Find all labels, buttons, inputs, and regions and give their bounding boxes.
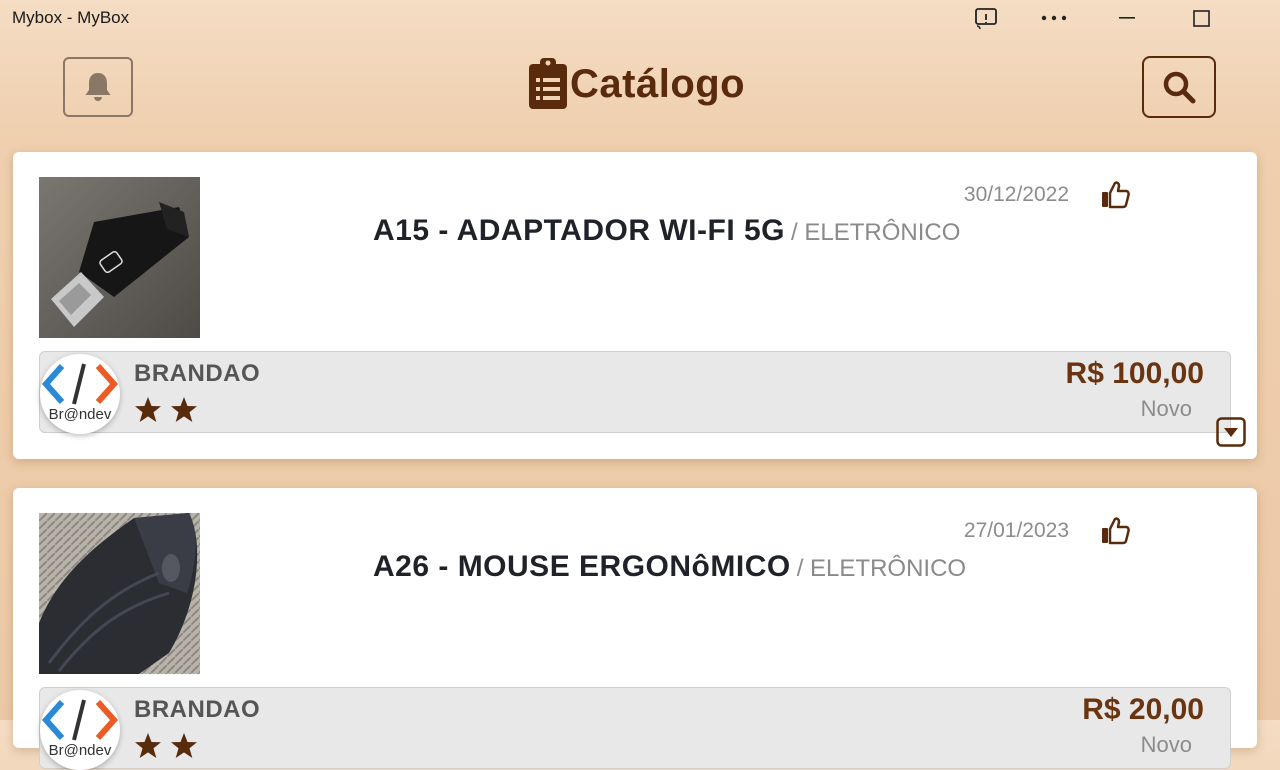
- cast-button[interactable]: [964, 4, 1010, 32]
- search-button[interactable]: [1142, 56, 1216, 118]
- product-condition: Novo: [1140, 732, 1192, 757]
- minimize-button[interactable]: [1104, 4, 1150, 32]
- thumbs-up-icon: [1102, 517, 1130, 545]
- star-icon: [171, 733, 197, 758]
- seller-panel[interactable]: Br@ndev BRANDAO R$ 20,00 Novo: [39, 687, 1231, 770]
- window-title: Mybox - MyBox: [12, 8, 130, 27]
- expand-button[interactable]: [1216, 417, 1246, 447]
- product-name: A26 - MOUSE ERGONôMICO: [373, 550, 791, 583]
- star-icon: [135, 397, 161, 422]
- product-image-wifi-adapter[interactable]: [39, 177, 200, 338]
- star-icon: [171, 397, 197, 422]
- seller-avatar[interactable]: Br@ndev: [40, 690, 120, 770]
- product-price: R$ 20,00: [1082, 693, 1204, 726]
- seller-avatar[interactable]: Br@ndev: [40, 354, 120, 434]
- seller-rating: [134, 732, 198, 759]
- search-icon: [1163, 71, 1196, 104]
- more-dots-icon: [1041, 15, 1067, 21]
- clipboard-list-icon: [529, 58, 567, 109]
- page-title: Catálogo: [528, 56, 745, 112]
- code-brackets-logo: [41, 363, 119, 405]
- product-category: / ELETRÔNICO: [796, 555, 967, 582]
- product-date: 30/12/2022: [963, 183, 1069, 206]
- minimize-icon: [1119, 17, 1135, 19]
- seller-name: BRANDAO: [134, 360, 261, 387]
- cast-icon: [975, 8, 997, 30]
- window-title-bar: Mybox - MyBox: [0, 0, 1280, 36]
- maximize-button[interactable]: [1178, 4, 1224, 32]
- thumbs-up-icon: [1102, 181, 1130, 209]
- product-name: A15 - ADAPTADOR WI-FI 5G: [373, 214, 786, 247]
- maximize-icon: [1192, 9, 1210, 27]
- product-title[interactable]: A15 - ADAPTADOR WI-FI 5G / ELETRÔNICO: [373, 214, 960, 248]
- seller-rating: [134, 396, 198, 423]
- seller-panel[interactable]: Br@ndev BRANDAO R$ 100,00 Novo: [39, 351, 1231, 434]
- product-card[interactable]: 30/12/2022 A15 - ADAPTADOR WI-FI 5G / ELE…: [13, 152, 1257, 459]
- product-date: 27/01/2023: [963, 519, 1069, 542]
- seller-logo-text: Br@ndev: [48, 742, 112, 759]
- page-title-text: Catálogo: [570, 61, 746, 106]
- product-image-mouse[interactable]: [39, 513, 200, 674]
- like-button[interactable]: [1099, 515, 1131, 547]
- seller-logo-text: Br@ndev: [48, 406, 112, 423]
- code-brackets-logo: [41, 699, 119, 741]
- product-title[interactable]: A26 - MOUSE ERGONôMICO / ELETRÔNICO: [373, 550, 966, 584]
- bell-icon: [85, 73, 111, 101]
- like-button[interactable]: [1099, 179, 1131, 211]
- product-card[interactable]: 27/01/2023 A26 - MOUSE ERGONôMICO / ELETR…: [13, 488, 1257, 770]
- star-icon: [135, 733, 161, 758]
- notifications-button[interactable]: [63, 57, 133, 117]
- product-condition: Novo: [1140, 396, 1192, 421]
- product-category: / ELETRÔNICO: [791, 219, 961, 246]
- caret-down-square-icon: [1216, 417, 1246, 447]
- more-options-button[interactable]: [1031, 4, 1077, 32]
- product-price: R$ 100,00: [1065, 357, 1204, 390]
